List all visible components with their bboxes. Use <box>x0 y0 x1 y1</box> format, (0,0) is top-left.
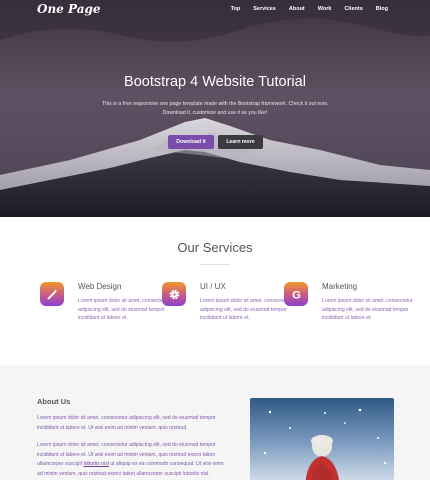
nav-link-about[interactable]: About <box>289 6 305 12</box>
nav-link-blog[interactable]: Blog <box>376 6 388 12</box>
navbar: One Page Top Services About Work Clients… <box>0 0 430 20</box>
service-title: Web Design <box>78 282 122 291</box>
service-title: Marketing <box>322 282 358 291</box>
service-title: UI / UX <box>200 282 226 291</box>
magic-wand-icon <box>40 282 64 306</box>
service-text: Lorem ipsum dolor sit amet, consectetur … <box>322 298 413 321</box>
about-link[interactable]: lobortis nisl <box>83 461 108 467</box>
page: One Page Top Services About Work Clients… <box>0 0 430 480</box>
nav-menu: Top Services About Work Clients Blog <box>231 6 388 12</box>
hero-section: One Page Top Services About Work Clients… <box>0 0 430 217</box>
about-paragraph-2: Lorem ipsum dolor sit amet, consectetur … <box>37 441 227 479</box>
gear-icon <box>162 282 186 306</box>
about-title: About Us <box>37 397 71 406</box>
nav-link-services[interactable]: Services <box>253 6 276 12</box>
learn-more-button[interactable]: Learn more <box>218 135 263 149</box>
download-button[interactable]: Download it <box>168 135 214 149</box>
google-icon: G <box>284 282 308 306</box>
service-text: Lorem ipsum dolor sit amet, consectetur … <box>200 298 291 321</box>
nav-link-work[interactable]: Work <box>318 6 332 12</box>
nav-link-top[interactable]: Top <box>231 6 241 12</box>
hero-title: Bootstrap 4 Website Tutorial <box>124 74 306 90</box>
services-divider <box>200 264 230 265</box>
services-title: Our Services <box>177 240 253 255</box>
service-text: Lorem ipsum dolor sit amet, consectetur … <box>78 298 169 321</box>
svg-text:G: G <box>292 289 301 301</box>
nav-link-clients[interactable]: Clients <box>344 6 362 12</box>
about-photo <box>250 398 394 480</box>
about-section: About Us Lorem ipsum dolor sit amet, con… <box>0 365 430 480</box>
hero-text: This is a free responsive one page templ… <box>101 101 329 116</box>
about-paragraph-1: Lorem ipsum dolor sit amet, consectetur … <box>37 415 216 431</box>
brand-logo[interactable]: One Page <box>37 2 101 16</box>
